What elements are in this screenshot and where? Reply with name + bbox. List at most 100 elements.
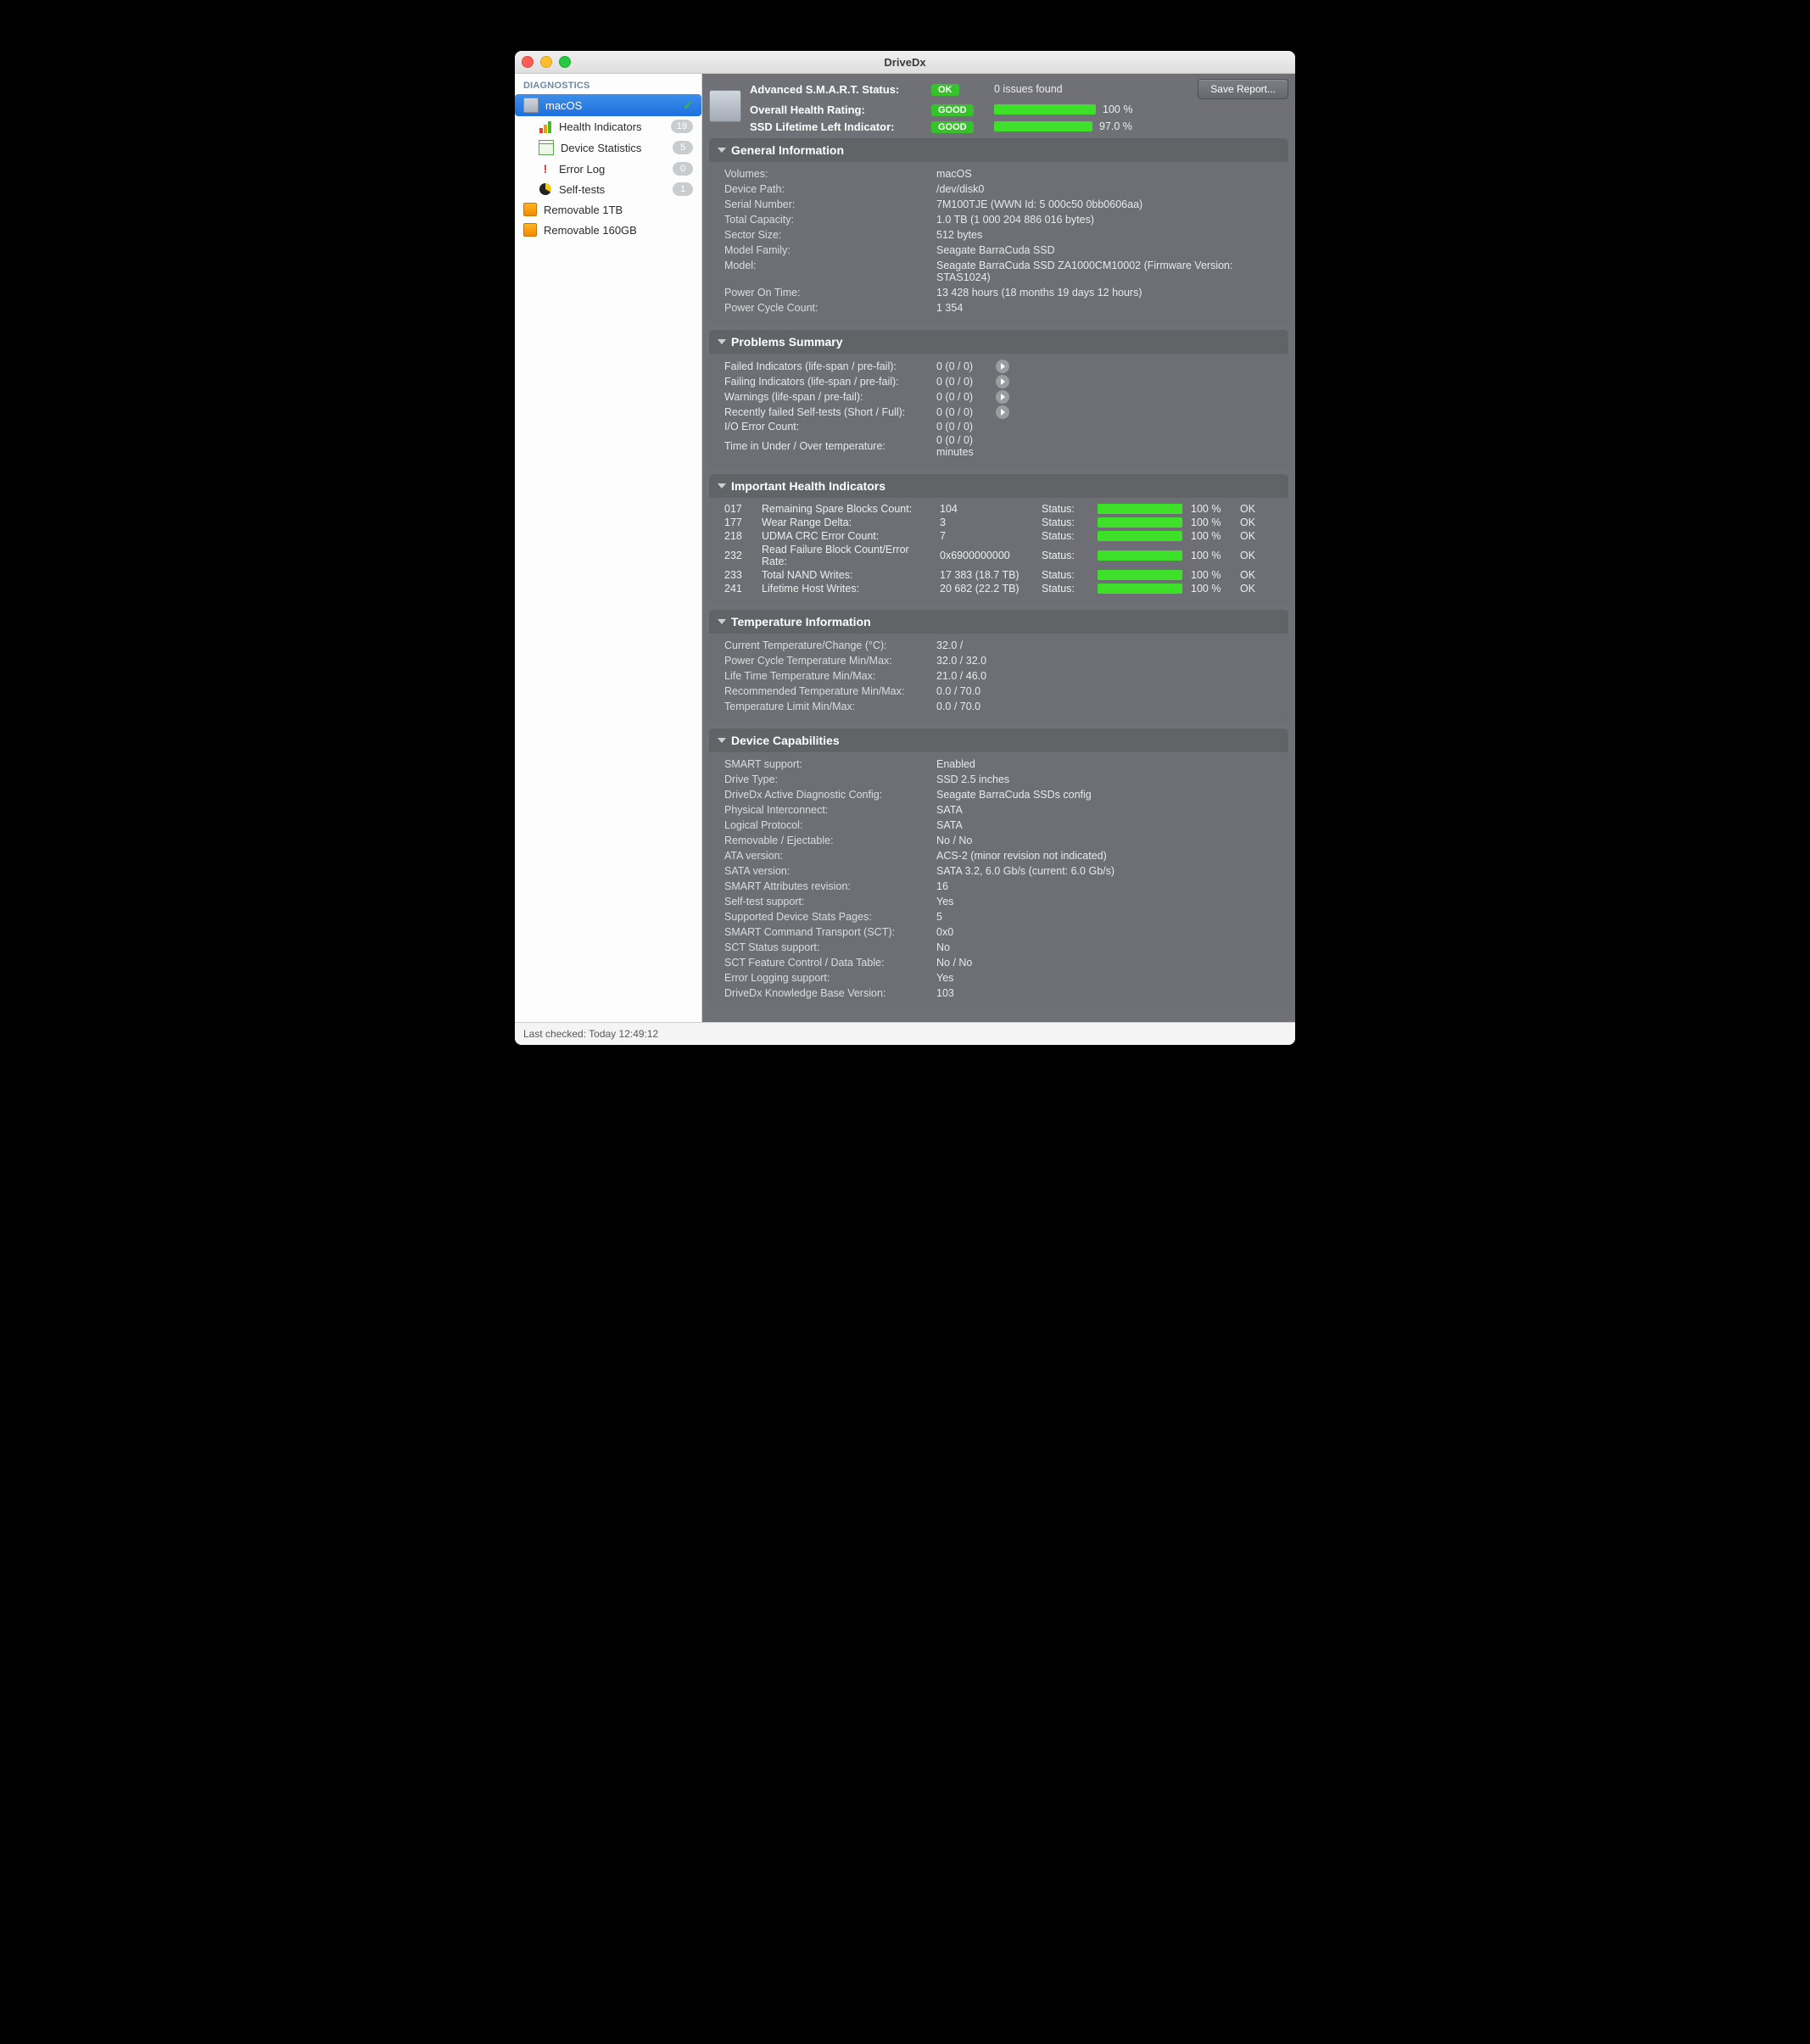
hi-status-label: Status: (1042, 503, 1089, 515)
kv-value: 5 (936, 910, 1273, 924)
kv-value: macOS (936, 167, 1273, 181)
kv-key: Volumes: (724, 167, 928, 181)
section-problems-summary: Problems Summary Failed Indicators (life… (709, 330, 1288, 467)
smart-status-pill: OK (931, 84, 959, 96)
kv-value: 32.0 / (936, 639, 1273, 652)
hi-status-label: Status: (1042, 530, 1089, 542)
hi-ok: OK (1240, 530, 1264, 542)
hi-bar (1098, 504, 1182, 514)
section-title: Problems Summary (731, 335, 843, 349)
sidebar-item-label: Error Log (559, 163, 605, 176)
check-icon: ✓ (683, 98, 693, 113)
error-icon: ! (539, 162, 552, 176)
kv-value: No (936, 941, 1273, 954)
section-header[interactable]: Device Capabilities (709, 729, 1288, 752)
section-title: Temperature Information (731, 615, 871, 628)
pie-icon (539, 182, 552, 196)
kv-value: 0.0 / 70.0 (936, 684, 1273, 698)
hi-name: Lifetime Host Writes: (762, 583, 931, 595)
kv-key: SCT Feature Control / Data Table: (724, 956, 928, 969)
kv-value: 1 354 (936, 301, 1273, 315)
hi-name: Read Failure Block Count/Error Rate: (762, 544, 931, 567)
lifetime-left-pill: GOOD (931, 121, 974, 133)
save-report-button[interactable]: Save Report... (1198, 79, 1288, 99)
kv-key: Power Cycle Temperature Min/Max: (724, 654, 928, 667)
detail-arrow-icon[interactable] (996, 390, 1009, 404)
kv-key: SATA version: (724, 864, 928, 878)
kv-value: 0 (0 / 0) (936, 421, 987, 433)
hi-id: 177 (724, 517, 753, 528)
sidebar-ext-160gb[interactable]: Removable 160GB (515, 220, 701, 240)
section-header[interactable]: Temperature Information (709, 610, 1288, 634)
kv-key: Power Cycle Count: (724, 301, 928, 315)
section-header[interactable]: Problems Summary (709, 330, 1288, 354)
count-badge: 0 (673, 162, 693, 176)
sidebar-ext-1tb[interactable]: Removable 1TB (515, 199, 701, 220)
detail-arrow-icon[interactable] (996, 360, 1009, 373)
health-rating-label: Overall Health Rating: (750, 103, 919, 116)
kv-key: I/O Error Count: (724, 421, 928, 433)
hi-id: 241 (724, 583, 753, 595)
hi-status-label: Status: (1042, 583, 1089, 595)
sidebar-item-label: Removable 160GB (544, 224, 637, 237)
titlebar: DriveDx (515, 51, 1295, 74)
section-header[interactable]: General Information (709, 138, 1288, 162)
detail-arrow-icon[interactable] (996, 375, 1009, 388)
kv-key: Power On Time: (724, 286, 928, 299)
app-window: DriveDx DIAGNOSTICS macOS ✓ Health Indic… (515, 51, 1295, 1045)
kv-key: Model: (724, 259, 928, 284)
section-general-info: General Information Volumes: macOS Device … (709, 138, 1288, 323)
hi-pct: 100 % (1191, 569, 1232, 581)
kv-key: DriveDx Active Diagnostic Config: (724, 788, 928, 801)
kv-value: 0 (0 / 0) (936, 376, 987, 388)
kv-key: SMART Command Transport (SCT): (724, 925, 928, 939)
kv-key: Device Path: (724, 182, 928, 196)
detail-arrow-icon[interactable] (996, 405, 1009, 419)
hi-id: 232 (724, 550, 753, 561)
kv-value: No / No (936, 834, 1273, 847)
kv-value: 16 (936, 880, 1273, 893)
kv-value: 0x0 (936, 925, 1273, 939)
disclosure-triangle-icon (718, 148, 726, 153)
hi-ok: OK (1240, 569, 1264, 581)
hi-status-label: Status: (1042, 550, 1089, 561)
sidebar-item[interactable]: ! Error Log 0 (515, 159, 701, 179)
hi-value: 0x6900000000 (940, 550, 1033, 561)
kv-key: Failing Indicators (life-span / pre-fail… (724, 376, 928, 388)
section-title: Important Health Indicators (731, 479, 885, 493)
sidebar-item[interactable]: Self-tests1 (515, 179, 701, 199)
sidebar-drive-macos[interactable]: macOS ✓ (515, 94, 701, 116)
kv-value: Seagate BarraCuda SSDs config (936, 788, 1273, 801)
section-header[interactable]: Important Health Indicators (709, 474, 1288, 498)
kv-value: 0 (0 / 0) minutes (936, 434, 987, 458)
sidebar-item[interactable]: Device Statistics 5 (515, 137, 701, 159)
sidebar-item[interactable]: Health Indicators19 (515, 116, 701, 137)
disclosure-triangle-icon (718, 483, 726, 489)
hi-value: 104 (940, 503, 1033, 515)
hi-bar (1098, 531, 1182, 541)
kv-value: Seagate BarraCuda SSD (936, 243, 1273, 257)
kv-value: 103 (936, 986, 1273, 1000)
kv-key: Self-test support: (724, 895, 928, 908)
lifetime-left-bar (994, 121, 1092, 131)
section-capabilities: Device Capabilities SMART support:Enable… (709, 729, 1288, 1008)
hi-status-label: Status: (1042, 569, 1089, 581)
kv-value: No / No (936, 956, 1273, 969)
hi-name: UDMA CRC Error Count: (762, 530, 931, 542)
sidebar-item-label: Removable 1TB (544, 204, 623, 216)
disclosure-triangle-icon (718, 619, 726, 624)
hi-ok: OK (1240, 503, 1264, 515)
bars-icon (539, 120, 552, 133)
disclosure-triangle-icon (718, 738, 726, 743)
kv-value: 32.0 / 32.0 (936, 654, 1273, 667)
kv-key: Total Capacity: (724, 213, 928, 226)
count-badge: 19 (671, 120, 693, 133)
hi-bar (1098, 517, 1182, 528)
kv-key: DriveDx Knowledge Base Version: (724, 986, 928, 1000)
count-badge: 5 (673, 141, 693, 154)
hi-name: Wear Range Delta: (762, 517, 931, 528)
smart-status-label: Advanced S.M.A.R.T. Status: (750, 83, 919, 96)
kv-value: SSD 2.5 inches (936, 773, 1273, 786)
sidebar-item-label: Device Statistics (561, 142, 641, 154)
kv-value: 21.0 / 46.0 (936, 669, 1273, 683)
